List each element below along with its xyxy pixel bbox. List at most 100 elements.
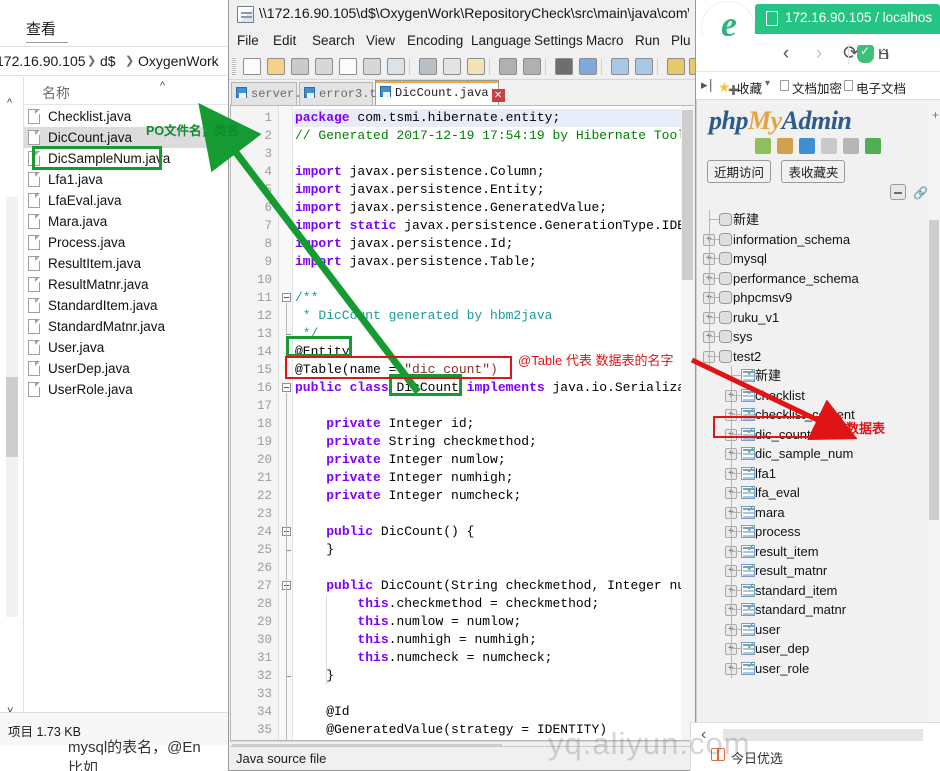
code-line[interactable]: import static javax.persistence.Generati… bbox=[295, 217, 693, 235]
code-line[interactable]: private String checkmethod; bbox=[295, 433, 537, 451]
help-icon[interactable] bbox=[799, 138, 815, 154]
file-list-item[interactable]: UserRole.java bbox=[24, 379, 235, 400]
print-icon[interactable] bbox=[387, 58, 405, 75]
menu-encoding[interactable]: Encoding bbox=[407, 33, 463, 48]
table-tree-item[interactable]: +✓standard_item bbox=[697, 580, 929, 600]
fold-toggle-icon[interactable] bbox=[282, 293, 291, 302]
favorites-expand-icon[interactable]: ▸∣ bbox=[701, 77, 714, 93]
code-line[interactable]: package com.tsmi.hibernate.entity; bbox=[295, 109, 560, 127]
table-tree-item[interactable]: +✓dic_sample_num bbox=[697, 444, 929, 464]
code-line[interactable]: @GeneratedValue(strategy = IDENTITY) bbox=[295, 721, 607, 739]
ribbon-tab-view[interactable]: 查看 bbox=[26, 18, 56, 39]
code-line[interactable]: private Integer numlow; bbox=[295, 451, 505, 469]
file-list-item[interactable]: Lfa1.java bbox=[24, 169, 235, 190]
menu-search[interactable]: Search bbox=[312, 33, 355, 48]
close-all-icon[interactable] bbox=[363, 58, 381, 75]
database-tree-item[interactable]: -test2 bbox=[697, 346, 929, 366]
popup-back-icon[interactable]: ‹ bbox=[701, 726, 706, 744]
code-line[interactable]: import javax.persistence.Column; bbox=[295, 163, 545, 181]
table-tree-item[interactable]: +✓lfa1 bbox=[697, 463, 929, 483]
phpmyadmin-scrollbar[interactable]: + bbox=[928, 100, 940, 771]
file-list-item[interactable]: User.java bbox=[24, 337, 235, 358]
code-line[interactable]: } bbox=[295, 541, 334, 559]
sync-horizontal-icon[interactable] bbox=[689, 58, 695, 75]
security-shield-icon[interactable] bbox=[857, 44, 874, 63]
menu-view[interactable]: View bbox=[366, 33, 395, 48]
code-line[interactable]: public DicCount(String checkmethod, Inte… bbox=[295, 577, 693, 595]
sync-vertical-icon[interactable] bbox=[667, 58, 685, 75]
table-tree-item[interactable]: +✓mara bbox=[697, 502, 929, 522]
expand-panel-icon[interactable]: + bbox=[932, 108, 939, 122]
table-tree-item[interactable]: +✓checklist bbox=[697, 385, 929, 405]
new-file-icon[interactable] bbox=[243, 58, 261, 75]
zoom-in-icon[interactable] bbox=[611, 58, 629, 75]
close-file-icon[interactable] bbox=[339, 58, 357, 75]
nav-scroll-up-icon[interactable]: ^ bbox=[7, 97, 12, 109]
open-file-icon[interactable] bbox=[267, 58, 285, 75]
reload-icon[interactable] bbox=[865, 138, 881, 154]
settings-icon[interactable] bbox=[843, 138, 859, 154]
phpmyadmin-logo[interactable]: phpMyAdmin bbox=[709, 106, 889, 136]
file-list-item[interactable]: StandardItem.java bbox=[24, 295, 235, 316]
breadcrumb-folder[interactable]: OxygenWork bbox=[138, 53, 219, 69]
editor-tab[interactable]: server.xml✕ bbox=[231, 82, 340, 105]
database-tree-item[interactable]: +mysql bbox=[697, 249, 929, 269]
logout-icon[interactable] bbox=[777, 138, 793, 154]
table-tree-item[interactable]: +✓result_item bbox=[697, 541, 929, 561]
code-line[interactable]: public class DicCount implements java.io… bbox=[295, 379, 693, 397]
table-tree-item[interactable]: ✓ 新建 bbox=[697, 366, 929, 386]
code-line[interactable]: import javax.persistence.Table; bbox=[295, 253, 537, 271]
column-header-name[interactable]: 名称 bbox=[42, 83, 70, 103]
code-line[interactable]: private Integer numhigh; bbox=[295, 469, 513, 487]
menu-run[interactable]: Run bbox=[635, 33, 660, 48]
favorite-tables-button[interactable]: 表收藏夹 bbox=[781, 160, 846, 183]
code-editor[interactable]: 1 2 3 4 5 6 7 8 9 10 11 12 13 14 15 16 17 18 19 20 21 22 23 24 2… bbox=[230, 105, 694, 741]
code-line[interactable]: this.numlow = numlow; bbox=[295, 613, 521, 631]
editor-vertical-scroll-thumb[interactable] bbox=[682, 110, 693, 280]
database-tree-item[interactable]: +ruku_v1 bbox=[697, 307, 929, 327]
toolbar-grip-icon[interactable] bbox=[232, 57, 236, 75]
menu-plu[interactable]: Plu bbox=[671, 33, 691, 48]
database-tree-item[interactable]: +information_schema bbox=[697, 229, 929, 249]
code-line[interactable]: } bbox=[295, 667, 334, 685]
editor-tab[interactable]: error3.txt✕ bbox=[299, 82, 408, 105]
code-line[interactable]: this.numcheck = numcheck; bbox=[295, 649, 552, 667]
table-tree-item[interactable]: +✓process bbox=[697, 522, 929, 542]
database-tree-item[interactable]: 新建 bbox=[697, 210, 929, 230]
nav-scrollbar-thumb[interactable] bbox=[6, 377, 18, 457]
code-line[interactable]: * DicCount generated by hbm2java bbox=[295, 307, 553, 325]
collapse-all-icon[interactable] bbox=[890, 184, 906, 200]
file-list-item[interactable]: Mara.java bbox=[24, 211, 235, 232]
file-list-item[interactable]: Process.java bbox=[24, 232, 235, 253]
replace-icon[interactable] bbox=[579, 58, 597, 75]
today-selection-popup[interactable]: ‹ 今日优选 bbox=[690, 722, 940, 771]
table-tree-item[interactable]: +✓user bbox=[697, 619, 929, 639]
recent-tables-button[interactable]: 近期访问 bbox=[707, 160, 772, 183]
menu-settings[interactable]: Settings bbox=[534, 33, 583, 48]
code-line[interactable]: import javax.persistence.Entity; bbox=[295, 181, 545, 199]
popup-label[interactable]: 今日优选 bbox=[731, 748, 783, 767]
table-tree-item[interactable]: +✓standard_matnr bbox=[697, 600, 929, 620]
chevron-down-icon[interactable]: ▾ bbox=[765, 78, 770, 89]
explorer-address-bar[interactable]: 172.16.90.105 ❯ d$ ❯ OxygenWork bbox=[0, 46, 235, 76]
paste-icon[interactable] bbox=[467, 58, 485, 75]
code-line[interactable]: this.numhigh = numhigh; bbox=[295, 631, 536, 649]
save-all-icon[interactable] bbox=[315, 58, 333, 75]
notepadpp-toolbar[interactable] bbox=[229, 53, 695, 80]
code-line[interactable]: @Id bbox=[295, 703, 349, 721]
phpmyadmin-quick-links[interactable]: 近期访问 表收藏夹 bbox=[707, 160, 851, 183]
cut-icon[interactable] bbox=[419, 58, 437, 75]
code-line[interactable]: private Integer id; bbox=[295, 415, 474, 433]
file-list[interactable]: Checklist.java DicCount.java DicSampleNum.… bbox=[24, 106, 235, 711]
home-icon[interactable] bbox=[755, 138, 771, 154]
file-list-item[interactable]: ResultMatnr.java bbox=[24, 274, 235, 295]
menu-macro[interactable]: Macro bbox=[586, 33, 624, 48]
link-icon[interactable]: 🔗 bbox=[913, 186, 928, 200]
find-icon[interactable] bbox=[555, 58, 573, 75]
code-line[interactable]: import javax.persistence.Id; bbox=[295, 235, 513, 253]
fav-item-favorites[interactable]: 收藏 bbox=[737, 78, 762, 97]
notepadpp-tab-bar[interactable]: server.xml✕error3.txt✕DicCount.java✕ bbox=[229, 80, 695, 105]
docs-icon[interactable] bbox=[821, 138, 837, 154]
menu-edit[interactable]: Edit bbox=[273, 33, 296, 48]
database-tree-item[interactable]: +performance_schema bbox=[697, 268, 929, 288]
